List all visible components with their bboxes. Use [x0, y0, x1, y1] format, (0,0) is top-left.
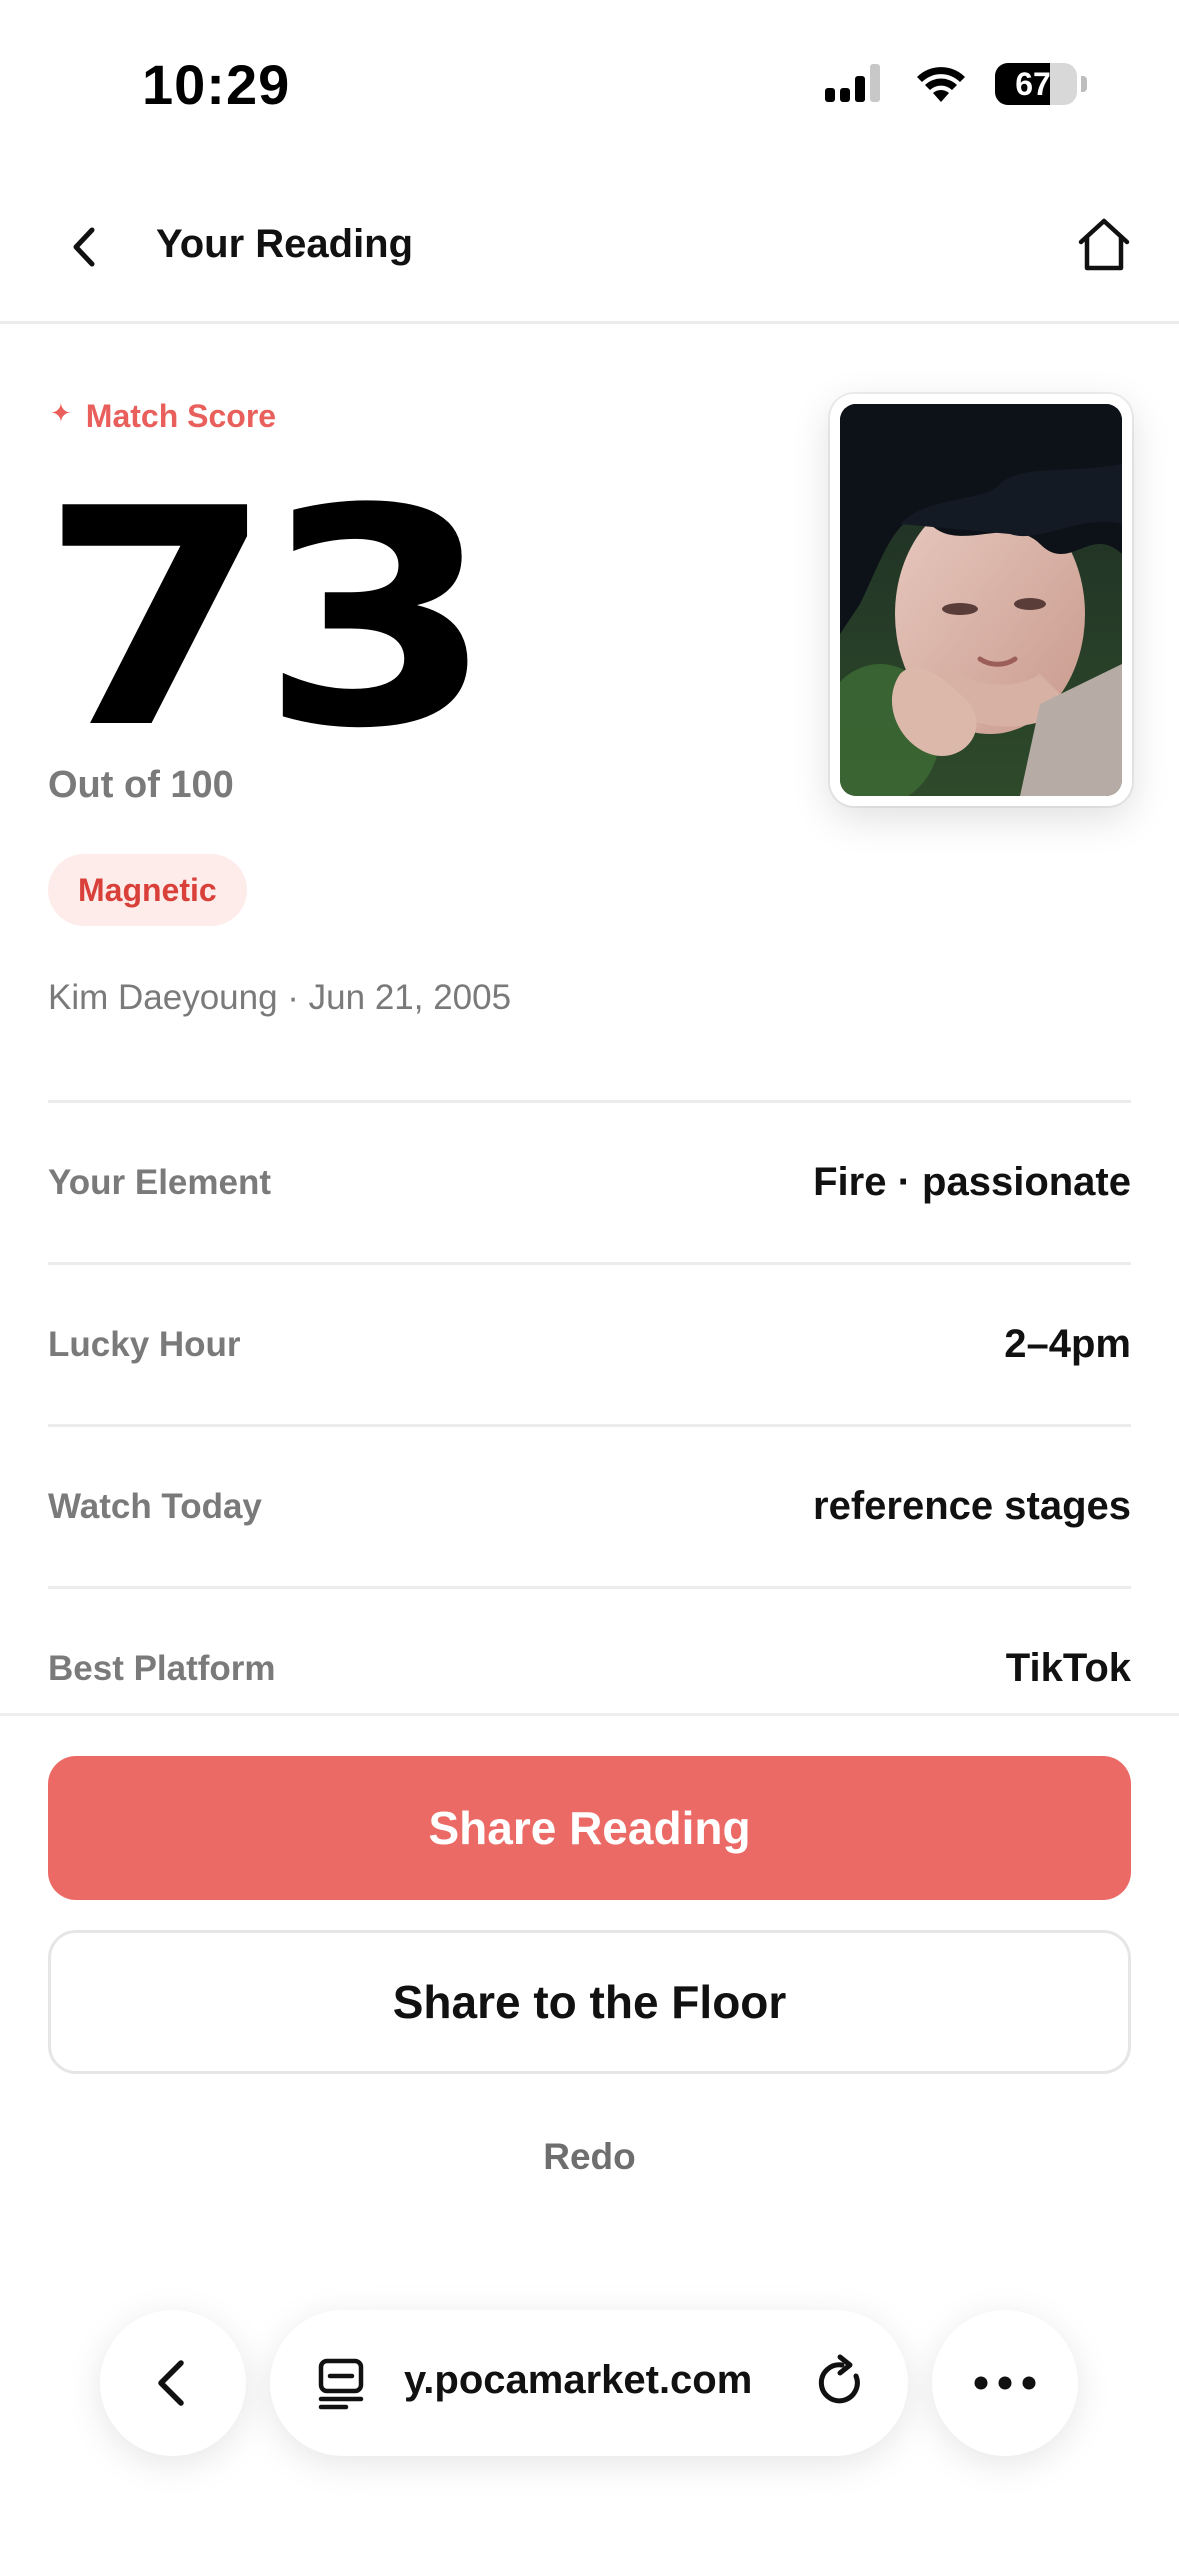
- detail-label: Watch Today: [48, 1486, 262, 1526]
- detail-row-watch-today: Watch Today reference stages: [48, 1424, 1131, 1586]
- detail-label: Best Platform: [48, 1648, 276, 1688]
- status-time: 10:29: [142, 53, 291, 116]
- detail-row-element: Your Element Fire · passionate: [48, 1100, 1131, 1262]
- browser-toolbar: y.pocamarket.com: [0, 2300, 1179, 2460]
- page-title: Your Reading: [156, 222, 414, 266]
- chevron-left-icon: [158, 2360, 184, 2406]
- detail-value: Fire · passionate: [813, 1160, 1131, 1204]
- status-icons: 67: [825, 62, 1087, 106]
- match-score-label: ✦ Match Score: [50, 398, 276, 435]
- wifi-icon: [917, 67, 965, 102]
- url-text[interactable]: y.pocamarket.com: [404, 2358, 764, 2403]
- share-reading-button[interactable]: Share Reading: [48, 1756, 1131, 1900]
- idol-photocard: [830, 394, 1132, 806]
- reading-details-list: Your Element Fire · passionate Lucky Hou…: [48, 1100, 1131, 1748]
- home-icon[interactable]: [1073, 214, 1135, 276]
- cellular-signal-icon: [825, 64, 880, 102]
- more-menu-button[interactable]: [932, 2310, 1078, 2456]
- battery-level: 67: [1015, 65, 1051, 102]
- match-score-text: Match Score: [85, 398, 277, 434]
- browser-back-button[interactable]: [100, 2310, 246, 2456]
- tabs-icon[interactable]: [316, 2356, 370, 2410]
- nav-header: Your Reading: [0, 170, 1179, 324]
- idol-name-birthdate: Kim Daeyoung · Jun 21, 2005: [48, 978, 512, 1017]
- back-button[interactable]: [58, 220, 112, 274]
- battery-indicator: 67: [995, 63, 1077, 105]
- sparkle-icon: ✦: [50, 397, 72, 428]
- address-bar[interactable]: y.pocamarket.com: [270, 2310, 908, 2456]
- battery-cap: [1081, 76, 1087, 92]
- share-to-floor-button[interactable]: Share to the Floor: [48, 1930, 1131, 2074]
- reload-icon[interactable]: [812, 2354, 870, 2412]
- detail-value: TikTok: [1005, 1646, 1131, 1690]
- status-bar: 10:29 67: [0, 0, 1179, 170]
- match-score-value: 73: [40, 445, 494, 794]
- score-out-of: Out of 100: [48, 764, 234, 806]
- status-badge: Magnetic: [48, 854, 247, 926]
- more-horizontal-icon: [974, 2376, 1036, 2390]
- detail-label: Your Element: [48, 1162, 272, 1202]
- detail-value: 2–4pm: [1004, 1322, 1131, 1366]
- detail-value: reference stages: [813, 1484, 1131, 1528]
- idol-photo: [840, 404, 1122, 796]
- redo-button[interactable]: Redo: [0, 2136, 1179, 2178]
- detail-row-lucky-hour: Lucky Hour 2–4pm: [48, 1262, 1131, 1424]
- detail-label: Lucky Hour: [48, 1324, 241, 1364]
